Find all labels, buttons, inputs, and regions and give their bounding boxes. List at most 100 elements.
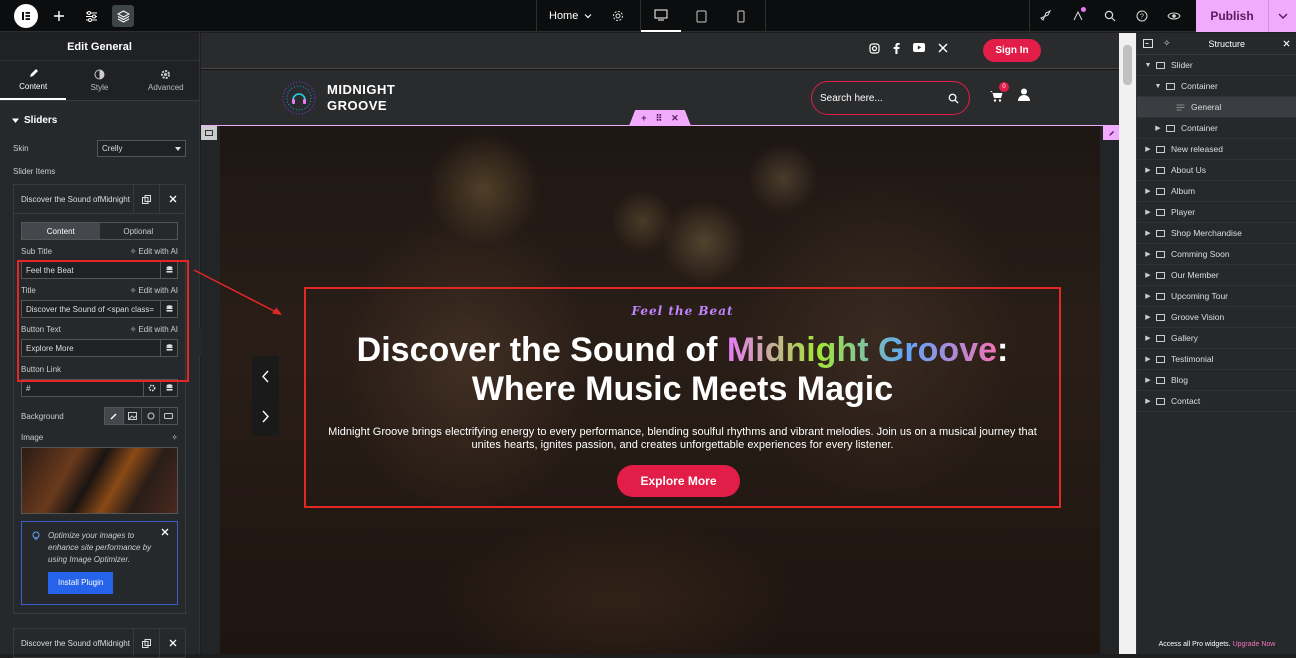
section-handle[interactable]: + ⠿ ✕ xyxy=(629,110,691,126)
edit-widget-pencil-icon[interactable] xyxy=(1103,126,1119,140)
caret-right-icon[interactable]: ▶ xyxy=(1143,145,1153,153)
search-icon[interactable] xyxy=(1094,0,1126,32)
sign-in-button[interactable]: Sign In xyxy=(983,39,1041,62)
rocket-icon[interactable] xyxy=(1030,0,1062,32)
page-selector[interactable]: Home xyxy=(536,0,604,32)
caret-right-icon[interactable]: ▶ xyxy=(1143,355,1153,363)
site-settings-icon[interactable] xyxy=(80,5,102,27)
caret-right-icon[interactable]: ▶ xyxy=(1143,250,1153,258)
structure-item-upcoming-tour[interactable]: ▶ Upcoming Tour xyxy=(1137,286,1296,307)
caret-right-icon[interactable]: ▶ xyxy=(1143,313,1153,321)
structure-item-about-us[interactable]: ▶ About Us xyxy=(1137,160,1296,181)
container-icon xyxy=(1153,208,1167,216)
chevron-right-icon[interactable] xyxy=(262,410,269,423)
preview-eye-icon[interactable] xyxy=(1158,0,1190,32)
scrollbar-thumb[interactable] xyxy=(1123,45,1132,85)
slideshow-icon[interactable] xyxy=(141,408,159,424)
sliders-section-toggle[interactable]: Sliders xyxy=(0,101,199,136)
caret-right-icon[interactable]: ▶ xyxy=(1143,334,1153,342)
slider-item-title[interactable]: Discover the Sound ofMidnight xyxy=(14,195,133,204)
caret-right-icon[interactable]: ▶ xyxy=(1143,166,1153,174)
structure-item-contact[interactable]: ▶ Contact xyxy=(1137,391,1296,412)
install-plugin-button[interactable]: Install Plugin xyxy=(48,572,114,594)
structure-item-blog[interactable]: ▶ Blog xyxy=(1137,370,1296,391)
edit-with-ai-link[interactable]: ✧ Edit with AI xyxy=(130,247,178,256)
add-section-icon[interactable]: + xyxy=(641,113,646,123)
close-icon[interactable] xyxy=(159,185,185,213)
link-options-gear-icon[interactable] xyxy=(143,380,160,396)
item-tab-content[interactable]: Content xyxy=(22,223,100,239)
caret-right-icon[interactable]: ▶ xyxy=(1143,397,1153,405)
structure-item-player[interactable]: ▶ Player xyxy=(1137,202,1296,223)
caret-right-icon[interactable]: ▶ xyxy=(1143,292,1153,300)
add-element-icon[interactable] xyxy=(48,5,70,27)
tab-advanced[interactable]: Advanced xyxy=(133,61,199,100)
publish-options-button[interactable] xyxy=(1268,0,1296,32)
caret-right-icon[interactable]: ▶ xyxy=(1143,376,1153,384)
elementor-logo-icon[interactable] xyxy=(14,4,38,28)
caret-right-icon[interactable]: ▶ xyxy=(1143,187,1153,195)
structure-item-container[interactable]: ▼ Container xyxy=(1137,76,1296,97)
canvas-scrollbar[interactable] xyxy=(1119,33,1136,654)
caret-down-icon[interactable]: ▼ xyxy=(1143,62,1153,69)
dismiss-notice-icon[interactable] xyxy=(161,528,169,536)
sparkle-icon[interactable]: ✧ xyxy=(171,433,178,442)
structure-item-new-released[interactable]: ▶ New released xyxy=(1137,139,1296,160)
search-icon[interactable] xyxy=(948,93,959,104)
structure-item-shop-merchandise[interactable]: ▶ Shop Merchandise xyxy=(1137,223,1296,244)
explore-more-button[interactable]: Explore More xyxy=(617,465,740,497)
structure-item-container[interactable]: ▶ Container xyxy=(1137,118,1296,139)
tab-content[interactable]: Content xyxy=(0,61,67,100)
desktop-view-icon[interactable] xyxy=(641,0,682,32)
structure-layers-icon[interactable] xyxy=(112,5,134,27)
caret-right-icon[interactable]: ▶ xyxy=(1143,208,1153,216)
tablet-view-icon[interactable] xyxy=(681,0,721,32)
upgrade-now-link[interactable]: Upgrade Now xyxy=(1233,641,1276,648)
mobile-view-icon[interactable] xyxy=(721,0,761,32)
drag-handle-icon[interactable]: ⠿ xyxy=(656,113,663,124)
canvas-right-gutter xyxy=(1100,126,1119,654)
item-tab-optional[interactable]: Optional xyxy=(100,223,178,239)
navigator-toggle-icon[interactable] xyxy=(1143,39,1153,48)
structure-item-gallery[interactable]: ▶ Gallery xyxy=(1137,328,1296,349)
chevron-left-icon[interactable] xyxy=(262,370,269,383)
edit-container-icon[interactable] xyxy=(201,126,217,140)
slider-item-title[interactable]: Discover the Sound ofMidnight xyxy=(14,639,133,648)
close-icon[interactable] xyxy=(1283,40,1290,47)
structure-item-slider[interactable]: ▼ Slider xyxy=(1137,55,1296,76)
cart-icon[interactable]: 0 xyxy=(990,82,1009,102)
skin-select[interactable]: Crelly xyxy=(97,140,186,157)
structure-item-comming-soon[interactable]: ▶ Comming Soon xyxy=(1137,244,1296,265)
caret-down-icon[interactable]: ▼ xyxy=(1153,83,1163,90)
user-account-icon[interactable] xyxy=(1018,88,1030,101)
x-twitter-icon[interactable] xyxy=(938,43,948,54)
structure-item-groove-vision[interactable]: ▶ Groove Vision xyxy=(1137,307,1296,328)
duplicate-icon[interactable] xyxy=(133,185,159,213)
video-icon[interactable] xyxy=(159,408,177,424)
structure-item-general[interactable]: General xyxy=(1137,97,1296,118)
structure-item-testimonial[interactable]: ▶ Testimonial xyxy=(1137,349,1296,370)
background-image-preview[interactable] xyxy=(21,447,178,514)
structure-item-album[interactable]: ▶ Album xyxy=(1137,181,1296,202)
site-search-input[interactable]: Search here... xyxy=(811,81,970,115)
caret-right-icon[interactable]: ▶ xyxy=(1153,124,1163,132)
page-settings-icon[interactable] xyxy=(604,0,632,32)
tab-style[interactable]: Style xyxy=(66,61,132,100)
close-icon[interactable] xyxy=(159,629,185,657)
brush-icon[interactable] xyxy=(105,408,123,424)
facebook-icon[interactable] xyxy=(893,43,900,54)
dynamic-tags-icon[interactable] xyxy=(160,380,177,396)
structure-item-our-member[interactable]: ▶ Our Member xyxy=(1137,265,1296,286)
notifications-icon[interactable] xyxy=(1062,0,1094,32)
instagram-icon[interactable] xyxy=(869,43,880,54)
duplicate-icon[interactable] xyxy=(133,629,159,657)
ai-sparkle-icon[interactable]: ✧ xyxy=(1163,38,1171,49)
youtube-icon[interactable] xyxy=(913,43,925,54)
site-logo[interactable]: MIDNIGHT GROOVE xyxy=(281,80,395,116)
caret-right-icon[interactable]: ▶ xyxy=(1143,271,1153,279)
publish-button[interactable]: Publish xyxy=(1196,0,1268,32)
caret-right-icon[interactable]: ▶ xyxy=(1143,229,1153,237)
delete-section-icon[interactable]: ✕ xyxy=(671,113,679,124)
image-icon[interactable] xyxy=(123,408,141,424)
help-icon[interactable]: ? xyxy=(1126,0,1158,32)
